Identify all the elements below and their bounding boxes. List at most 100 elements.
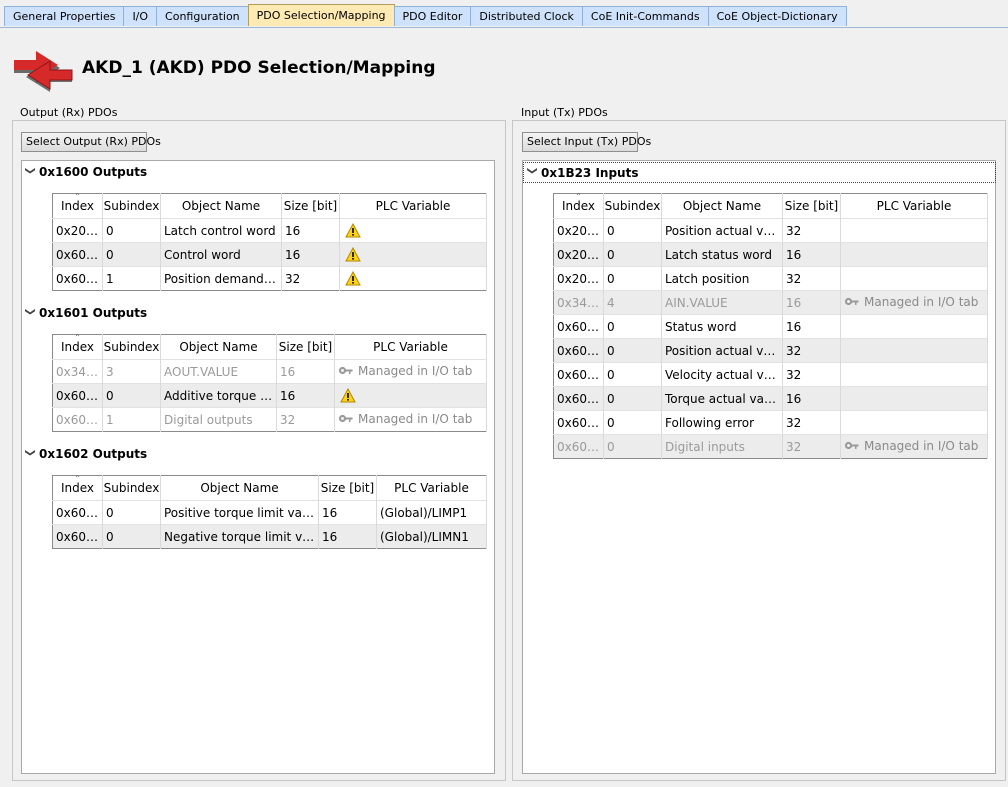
tab-io[interactable]: I/O (123, 6, 158, 26)
tab-coe-init-commands[interactable]: CoE Init-Commands (581, 6, 709, 26)
table-row[interactable]: 0x60C1 1 Position demand v... 32 (52, 266, 487, 291)
table-row[interactable]: 0x2050 0 Position actual valu... 32 (553, 218, 988, 243)
col-subindex[interactable]: Subindex (102, 334, 161, 360)
cell-subindex: 0 (603, 434, 662, 459)
chevron-down-icon[interactable]: ❯ (25, 166, 36, 178)
cell-object-name: Latch position (661, 266, 783, 291)
key-icon (338, 367, 353, 375)
cell-plc-variable[interactable] (840, 386, 988, 411)
col-size[interactable]: Size [bit] (281, 193, 340, 219)
pdo-table: ⌃ Index Subindex Object Name Size [bit] P… (52, 474, 487, 549)
cell-index: 0x60B2 (52, 383, 103, 408)
table-row[interactable]: 0x60E1 0 Negative torque limit value 16 … (52, 524, 487, 549)
tab-configuration[interactable]: Configuration (156, 6, 249, 26)
col-index[interactable]: ⌃ Index (52, 474, 103, 501)
table-row[interactable]: 0x6077 0 Torque actual value 16 (553, 386, 988, 411)
cell-plc-variable[interactable] (339, 218, 487, 243)
tab-distributed-clock[interactable]: Distributed Clock (470, 6, 583, 26)
output-pdos-panel: ❯ 0x1600 Outputs ⌃ Index Subindex Object N… (21, 160, 495, 774)
cell-size: 16 (782, 386, 841, 411)
col-object-name[interactable]: Object Name (661, 193, 783, 219)
col-index[interactable]: ⌃ Index (52, 333, 103, 360)
table-row[interactable]: 0x60F4 0 Following error 32 (553, 410, 988, 435)
cell-plc-variable[interactable]: (Global)/LIMP1 (376, 500, 487, 525)
table-row[interactable]: 0x6040 0 Control word 16 (52, 242, 487, 267)
tab-pdo-selection-mapping[interactable]: PDO Selection/Mapping (247, 4, 395, 26)
select-output-pdos-button[interactable]: Select Output (Rx) PDOs (21, 132, 161, 152)
table-row[interactable]: 0x20A5 0 Latch status word 16 (553, 242, 988, 267)
table-row[interactable]: 0x20A4 0 Latch control word 16 (52, 218, 487, 243)
cell-plc-variable[interactable] (334, 383, 487, 408)
table-row[interactable]: 0x60E0 0 Positive torque limit value 16 … (52, 500, 487, 525)
table-row[interactable]: 0x606C 0 Velocity actual value 32 (553, 362, 988, 387)
cell-subindex: 0 (603, 314, 662, 339)
cell-object-name: Position demand v... (160, 266, 282, 291)
cell-object-name: Negative torque limit value (160, 524, 319, 549)
tab-pdo-editor[interactable]: PDO Editor (393, 6, 472, 26)
select-input-pdos-button[interactable]: Select Input (Tx) PDOs (522, 132, 651, 152)
col-plc-variable[interactable]: PLC Variable (376, 475, 487, 501)
pdo-group-header[interactable]: ❯ 0x1B23 Inputs (523, 162, 996, 183)
table-row[interactable]: 0x60FD 0 Digital inputs 32 Managed in I/… (553, 434, 988, 459)
table-row[interactable]: 0x60FE 1 Digital outputs 32 Managed in I… (52, 407, 487, 432)
cell-subindex: 3 (102, 359, 161, 384)
cell-plc-variable[interactable]: (Global)/LIMN1 (376, 524, 487, 549)
cell-subindex: 0 (102, 500, 161, 525)
cell-index: 0x6040 (52, 242, 103, 267)
col-size[interactable]: Size [bit] (318, 475, 377, 501)
pdo-group-header[interactable]: ❯ 0x1601 Outputs (24, 304, 148, 322)
col-subindex[interactable]: Subindex (603, 193, 662, 219)
cell-plc-variable[interactable] (339, 242, 487, 267)
table-row[interactable]: 0x6041 0 Status word 16 (553, 314, 988, 339)
col-object-name[interactable]: Object Name (160, 193, 282, 219)
col-subindex[interactable]: Subindex (102, 193, 161, 219)
col-size[interactable]: Size [bit] (782, 193, 841, 219)
cell-subindex: 0 (102, 383, 161, 408)
col-object-name[interactable]: Object Name (160, 475, 319, 501)
cell-size: 16 (782, 242, 841, 267)
cell-size: 32 (276, 407, 335, 432)
col-subindex[interactable]: Subindex (102, 475, 161, 501)
cell-plc-variable[interactable] (840, 314, 988, 339)
cell-subindex: 0 (603, 338, 662, 363)
table-row[interactable]: 0x60B2 0 Additive torque va... 16 (52, 383, 487, 408)
cell-index: 0x20A5 (553, 242, 604, 267)
cell-plc-variable[interactable] (339, 266, 487, 291)
cell-object-name: Positive torque limit value (160, 500, 319, 525)
table-row[interactable]: 0x3470 4 AIN.VALUE 16 Managed in I/O tab (553, 290, 988, 315)
pdo-group-title: 0x1601 Outputs (39, 306, 148, 320)
chevron-down-icon[interactable]: ❯ (527, 167, 538, 179)
cell-object-name: Digital outputs (160, 407, 277, 432)
table-row[interactable]: 0x6063 0 Position actual value 32 (553, 338, 988, 363)
cell-plc-variable[interactable] (840, 242, 988, 267)
chevron-down-icon[interactable]: ❯ (25, 307, 36, 319)
chevron-down-icon[interactable]: ❯ (25, 448, 36, 460)
tab-coe-object-dictionary[interactable]: CoE Object-Dictionary (707, 6, 847, 26)
col-plc-variable[interactable]: PLC Variable (334, 334, 487, 360)
col-index[interactable]: ⌃ Index (52, 192, 103, 219)
col-object-name[interactable]: Object Name (160, 334, 277, 360)
pdo-mapping-arrows-icon (14, 51, 73, 92)
table-row[interactable]: 0x20A6 0 Latch position 32 (553, 266, 988, 291)
cell-plc-variable[interactable] (840, 362, 988, 387)
cell-subindex: 0 (102, 524, 161, 549)
cell-plc-variable[interactable] (840, 338, 988, 363)
cell-subindex: 0 (603, 218, 662, 243)
col-index[interactable]: ⌃ Index (553, 192, 604, 219)
pdo-group-header[interactable]: ❯ 0x1600 Outputs (24, 163, 148, 181)
cell-plc-variable[interactable] (840, 218, 988, 243)
table-row[interactable]: 0x3470 3 AOUT.VALUE 16 Managed in I/O ta… (52, 359, 487, 384)
cell-plc-variable[interactable] (840, 266, 988, 291)
tab-general-properties[interactable]: General Properties (4, 6, 125, 26)
cell-index: 0x6077 (553, 386, 604, 411)
pdo-group-header[interactable]: ❯ 0x1602 Outputs (24, 445, 148, 463)
col-plc-variable[interactable]: PLC Variable (339, 193, 487, 219)
cell-size: 16 (782, 314, 841, 339)
cell-plc-variable[interactable] (840, 410, 988, 435)
col-plc-variable[interactable]: PLC Variable (840, 193, 988, 219)
cell-index: 0x6041 (553, 314, 604, 339)
input-pdos-title: Input (Tx) PDOs (519, 106, 610, 119)
col-size[interactable]: Size [bit] (276, 334, 335, 360)
cell-subindex: 0 (102, 218, 161, 243)
cell-index: 0x60FE (52, 407, 103, 432)
